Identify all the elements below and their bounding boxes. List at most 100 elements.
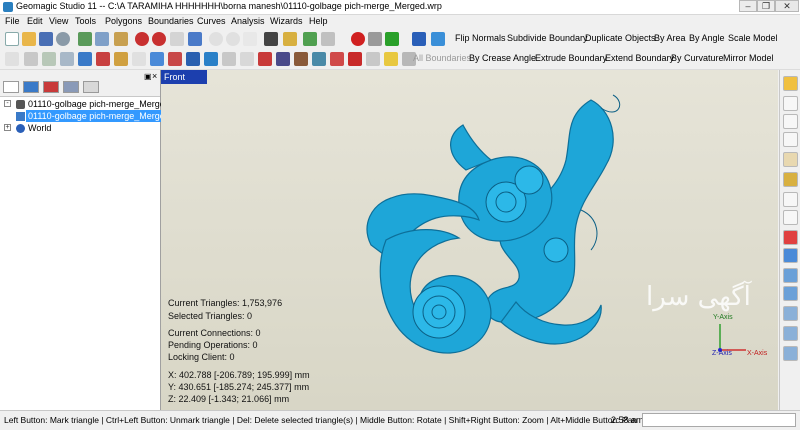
view-back-icon[interactable] [783, 306, 798, 321]
trim-icon[interactable] [204, 52, 218, 66]
pencil-icon[interactable] [283, 32, 297, 46]
offset-icon[interactable] [150, 52, 164, 66]
stop-icon[interactable] [368, 32, 382, 46]
menu-tools[interactable]: Tools [75, 16, 96, 26]
cube-icon[interactable] [431, 32, 445, 46]
red-sphere-alt-icon[interactable] [152, 32, 166, 46]
paint-brush-icon[interactable] [783, 152, 798, 167]
restore-button[interactable]: ❐ [757, 0, 775, 12]
menu-curves[interactable]: Curves [197, 16, 226, 26]
menu-view[interactable]: View [49, 16, 68, 26]
ornament-model[interactable] [351, 90, 641, 380]
tree-item-model-group[interactable]: - 01110-golbage pich-merge_Merged [0, 98, 170, 110]
by-curvature-button[interactable]: By Curvature [671, 53, 724, 63]
shell-icon[interactable] [186, 52, 200, 66]
menu-wizards[interactable]: Wizards [270, 16, 303, 26]
menu-boundaries[interactable]: Boundaries [148, 16, 194, 26]
extend-boundary-button[interactable]: Extend Boundary [605, 53, 674, 63]
all-boundaries-button: All Boundaries [413, 53, 472, 63]
view-front-icon[interactable] [783, 230, 798, 245]
delete-x-icon[interactable] [5, 52, 19, 66]
defeature-icon[interactable] [96, 52, 110, 66]
close-button[interactable]: ✕ [775, 0, 799, 12]
save-icon[interactable] [39, 32, 53, 46]
by-area-button[interactable]: By Area [654, 33, 686, 43]
expand-icon[interactable]: + [4, 124, 11, 131]
tab-dialog[interactable] [43, 81, 59, 93]
play-icon[interactable] [385, 32, 399, 46]
line-select-icon[interactable] [783, 172, 798, 187]
scale-model-button[interactable]: Scale Model [728, 33, 778, 43]
menu-analysis[interactable]: Analysis [231, 16, 265, 26]
tab-toolbox[interactable] [63, 81, 79, 93]
new-file-icon[interactable] [5, 32, 19, 46]
flip-normals-button[interactable]: Flip Normals [455, 33, 506, 43]
status-message: Left Button: Mark triangle | Ctrl+Left B… [4, 415, 638, 425]
display-mode-icon[interactable] [412, 32, 426, 46]
flow-icon[interactable] [303, 32, 317, 46]
tab-display[interactable] [23, 81, 39, 93]
select-visible-icon[interactable] [783, 210, 798, 225]
thicken-icon[interactable] [168, 52, 182, 66]
emboss-icon[interactable] [294, 52, 308, 66]
relax-icon[interactable] [60, 52, 74, 66]
lasso-select-icon[interactable] [783, 114, 798, 129]
triangle-icon[interactable] [312, 52, 326, 66]
remesh-icon[interactable] [366, 52, 380, 66]
sharpen-icon[interactable] [132, 52, 146, 66]
view-top-icon[interactable] [783, 268, 798, 283]
ellipse-select-icon[interactable] [783, 132, 798, 147]
open-folder-icon[interactable] [22, 32, 36, 46]
trim-plane-icon[interactable] [222, 52, 236, 66]
menu-help[interactable]: Help [309, 16, 328, 26]
zoom-in-icon[interactable] [209, 32, 223, 46]
boolean-icon[interactable] [240, 52, 254, 66]
red-sphere-icon[interactable] [135, 32, 149, 46]
subdivide-boundary-button[interactable]: Subdivide Boundary [507, 33, 588, 43]
mesh-doctor-icon[interactable] [42, 52, 56, 66]
select-arrow-icon[interactable] [783, 96, 798, 111]
close-panel-icon[interactable]: × [152, 71, 157, 81]
select-through-icon[interactable] [783, 192, 798, 207]
by-crease-angle-button[interactable]: By Crease Angle [469, 53, 536, 63]
plane-cut-icon[interactable] [276, 52, 290, 66]
feature-icon[interactable] [348, 52, 362, 66]
tree-item-model[interactable]: 01110-golbage pich-merge_Merged [0, 110, 172, 122]
tree-item-world[interactable]: + World [0, 122, 160, 134]
view-side-icon[interactable] [783, 286, 798, 301]
list-icon[interactable] [321, 32, 335, 46]
view-iso-icon[interactable] [783, 248, 798, 263]
edge-icon[interactable] [330, 52, 344, 66]
menu-edit[interactable]: Edit [27, 16, 43, 26]
extrude-boundary-button[interactable]: Extrude Boundary [535, 53, 607, 63]
menu-polygons[interactable]: Polygons [105, 16, 142, 26]
camera-icon[interactable] [264, 32, 278, 46]
graphics-viewport[interactable]: Front Current Triangles: 1,753,976 Selec… [161, 70, 778, 410]
refresh-icon[interactable] [56, 32, 70, 46]
record-icon[interactable] [351, 32, 365, 46]
minimize-button[interactable]: – [739, 0, 757, 12]
rotate-view-icon[interactable] [188, 32, 202, 46]
merge-icon[interactable] [258, 52, 272, 66]
pin-icon[interactable]: ▣ [144, 72, 152, 81]
view-left-icon[interactable] [783, 346, 798, 361]
by-angle-button[interactable]: By Angle [689, 33, 725, 43]
decimate-icon[interactable] [24, 52, 38, 66]
zoom-out-icon[interactable] [226, 32, 240, 46]
fill-holes-icon[interactable] [78, 52, 92, 66]
menu-file[interactable]: File [5, 16, 20, 26]
lasso-icon[interactable] [114, 32, 128, 46]
duplicate-objects-button[interactable]: Duplicate Objects [585, 33, 656, 43]
tab-model-manager[interactable] [3, 81, 19, 93]
expand-icon[interactable]: - [4, 100, 11, 107]
smooth-icon[interactable] [384, 52, 398, 66]
view-bottom-icon[interactable] [783, 326, 798, 341]
sandpaper-icon[interactable] [114, 52, 128, 66]
tab-macros[interactable] [83, 81, 99, 93]
select-tool-icon[interactable] [78, 32, 92, 46]
selection-mode-icon[interactable] [95, 32, 109, 46]
gear-icon[interactable] [170, 32, 184, 46]
palette-icon[interactable] [783, 76, 798, 91]
mirror-model-button[interactable]: Mirror Model [723, 53, 774, 63]
fit-view-icon[interactable] [243, 32, 257, 46]
